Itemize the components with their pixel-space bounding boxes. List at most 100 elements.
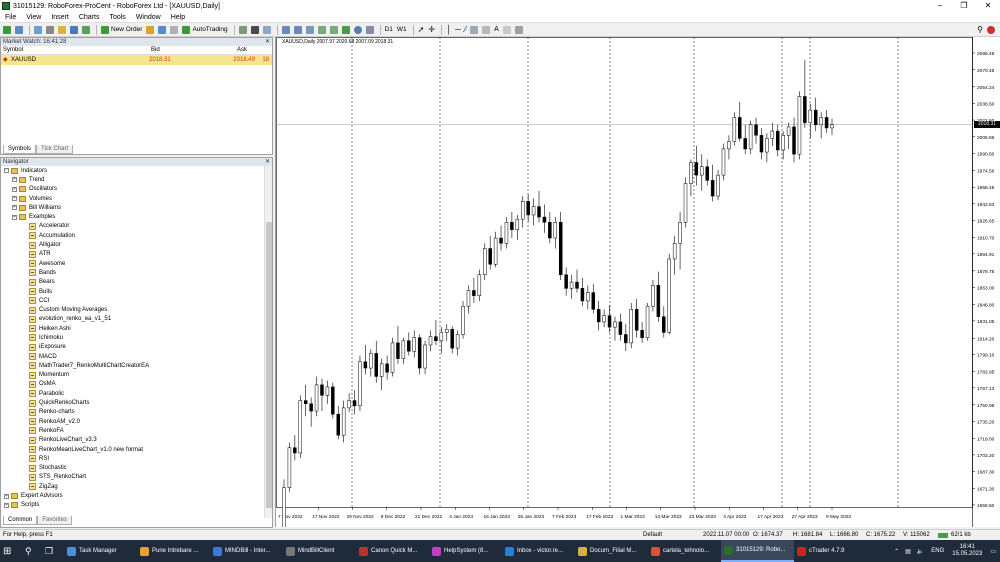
taskbar-app[interactable]: cartela_tehnolo... [648,540,721,562]
navigator-item[interactable]: RenkoFA [4,426,262,435]
line-chart-button[interactable] [262,24,272,35]
chart-window[interactable]: 2086.452070.452054.242038.502022.502006.… [275,37,1000,527]
navigator-scrollbar[interactable] [264,166,272,518]
navigator-item[interactable]: Bulls [4,287,262,296]
navigator-item[interactable]: Accumulation [4,231,262,240]
tab-symbols[interactable]: Symbols [3,145,37,154]
search-button[interactable]: ⚲ [976,24,984,35]
taskbar-app[interactable]: Docum_Filial M... [575,540,648,562]
navigator-item[interactable]: Alligator [4,240,262,249]
taskbar-app[interactable]: Inbox - victor.re... [502,540,575,562]
taskbar-app[interactable]: MINDBill - Inter... [210,540,283,562]
navigator-item[interactable]: Bands [4,268,262,277]
navigator-item[interactable]: Ichimoku [4,333,262,342]
language-indicator[interactable]: ENG [927,548,948,554]
menu-view[interactable]: View [21,14,46,21]
taskbar-app[interactable]: cTrader 4.7.9 [794,540,867,562]
navigator-item[interactable]: iExposure [4,343,262,352]
maximize-button[interactable]: ❐ [952,0,976,12]
network-icon[interactable]: ▤ [902,548,914,555]
col-ask[interactable]: Ask [169,46,247,54]
horizontal-line-tool[interactable]: ─ [454,24,462,35]
label-tool[interactable] [502,24,512,35]
candlestick-button[interactable] [250,24,260,35]
clock[interactable]: 16:41 15.05.2023 [948,544,986,558]
navigator-item[interactable]: MACD [4,352,262,361]
navigator-item[interactable]: Parabolic [4,389,262,398]
close-icon[interactable]: ✕ [265,158,270,166]
market-watch-button[interactable] [33,24,43,35]
navigator-item[interactable]: STS_RenkoChart [4,473,262,482]
tab-common[interactable]: Common [3,516,38,525]
zoom-in-button[interactable] [281,24,291,35]
chart-shift-button[interactable] [329,24,339,35]
col-bid[interactable]: Bid [151,46,169,54]
menu-charts[interactable]: Charts [74,14,105,21]
trendline-tool[interactable]: ⁄ [464,24,467,35]
navigator-item[interactable]: + Scripts [4,501,262,510]
navigator-item[interactable]: ATR [4,250,262,259]
navigator-item[interactable]: − Indicators [4,166,262,175]
menu-file[interactable]: File [0,14,21,21]
autoscroll-button[interactable] [317,24,327,35]
menu-window[interactable]: Window [131,14,166,21]
navigator-item[interactable]: + Bill Williams [4,203,262,212]
text-tool[interactable]: A [493,24,500,35]
menu-help[interactable]: Help [166,14,190,21]
navigator-item[interactable]: QuickRenkoCharts [4,398,262,407]
period-w1[interactable]: W1 [396,24,408,35]
close-icon[interactable]: ✕ [265,38,270,46]
market-button[interactable] [169,24,179,35]
expand-icon[interactable]: + [12,196,17,202]
navigator-item[interactable]: Accelerator [4,222,262,231]
col-symbol[interactable]: Symbol [1,46,151,54]
navigator-item[interactable]: ZigZag [4,482,262,491]
navigator-button[interactable] [57,24,67,35]
task-view-icon[interactable]: ❐ [42,540,64,562]
navigator-item[interactable]: + Trend [4,175,262,184]
vertical-line-tool[interactable]: │ [445,24,452,35]
navigator-item[interactable]: OsMA [4,380,262,389]
tab-tick-chart[interactable]: Tick Chart [36,145,74,154]
navigator-item[interactable]: + Examples [4,212,262,221]
navigator-item[interactable]: RenkoMeanLiveChart_v1.0 new format [4,445,262,454]
tab-favorites[interactable]: Favorites [37,516,73,525]
navigator-item[interactable]: Momentum [4,371,262,380]
period-d1[interactable]: D1 [384,24,394,35]
search-icon[interactable]: ⚲ [22,540,42,562]
data-window-button[interactable] [45,24,55,35]
navigator-item[interactable]: Renko-charts [4,408,262,417]
navigator-item[interactable]: CCI [4,296,262,305]
new-order-button[interactable]: New Order [100,24,143,35]
profiles-button[interactable] [14,24,24,35]
navigator-item[interactable]: Stochastic [4,464,262,473]
autotrading-button[interactable]: AutoTrading [181,24,228,35]
navigator-item[interactable]: RenkoLiveChart_v3.3 [4,436,262,445]
cursor-tool[interactable]: ➚ [417,24,426,35]
volume-icon[interactable]: 🔈 [914,548,927,555]
terminal-button[interactable] [69,24,79,35]
navigator-item[interactable]: Custom Moving Averages [4,305,262,314]
close-button[interactable]: ✕ [976,0,1000,12]
expand-icon[interactable]: + [12,177,17,183]
navigator-item[interactable]: + Oscillators [4,185,262,194]
navigator-item[interactable]: evolution_renko_ea_v1_51 [4,315,262,324]
menu-insert[interactable]: Insert [46,14,74,21]
taskbar-app[interactable]: 31015129: Robo... [721,540,794,562]
notifications-icon[interactable]: ▭ [986,548,1000,555]
expand-icon[interactable]: + [12,186,17,192]
signals-button[interactable] [157,24,167,35]
tester-button[interactable] [81,24,91,35]
metaeditor-button[interactable] [145,24,155,35]
minimize-button[interactable]: – [928,0,952,12]
tile-windows-button[interactable] [305,24,315,35]
scrollbar-thumb[interactable] [266,222,272,508]
new-chart-button[interactable] [2,24,12,35]
bar-chart-button[interactable] [238,24,248,35]
menu-tools[interactable]: Tools [104,14,130,21]
periods-button[interactable] [353,24,363,35]
candlestick-chart[interactable]: 2086.452070.452054.242038.502022.502006.… [276,37,1000,527]
navigator-item[interactable]: + Volumes [4,194,262,203]
windows-start-icon[interactable]: ⊞ [0,540,22,562]
expand-icon[interactable]: + [12,214,17,220]
